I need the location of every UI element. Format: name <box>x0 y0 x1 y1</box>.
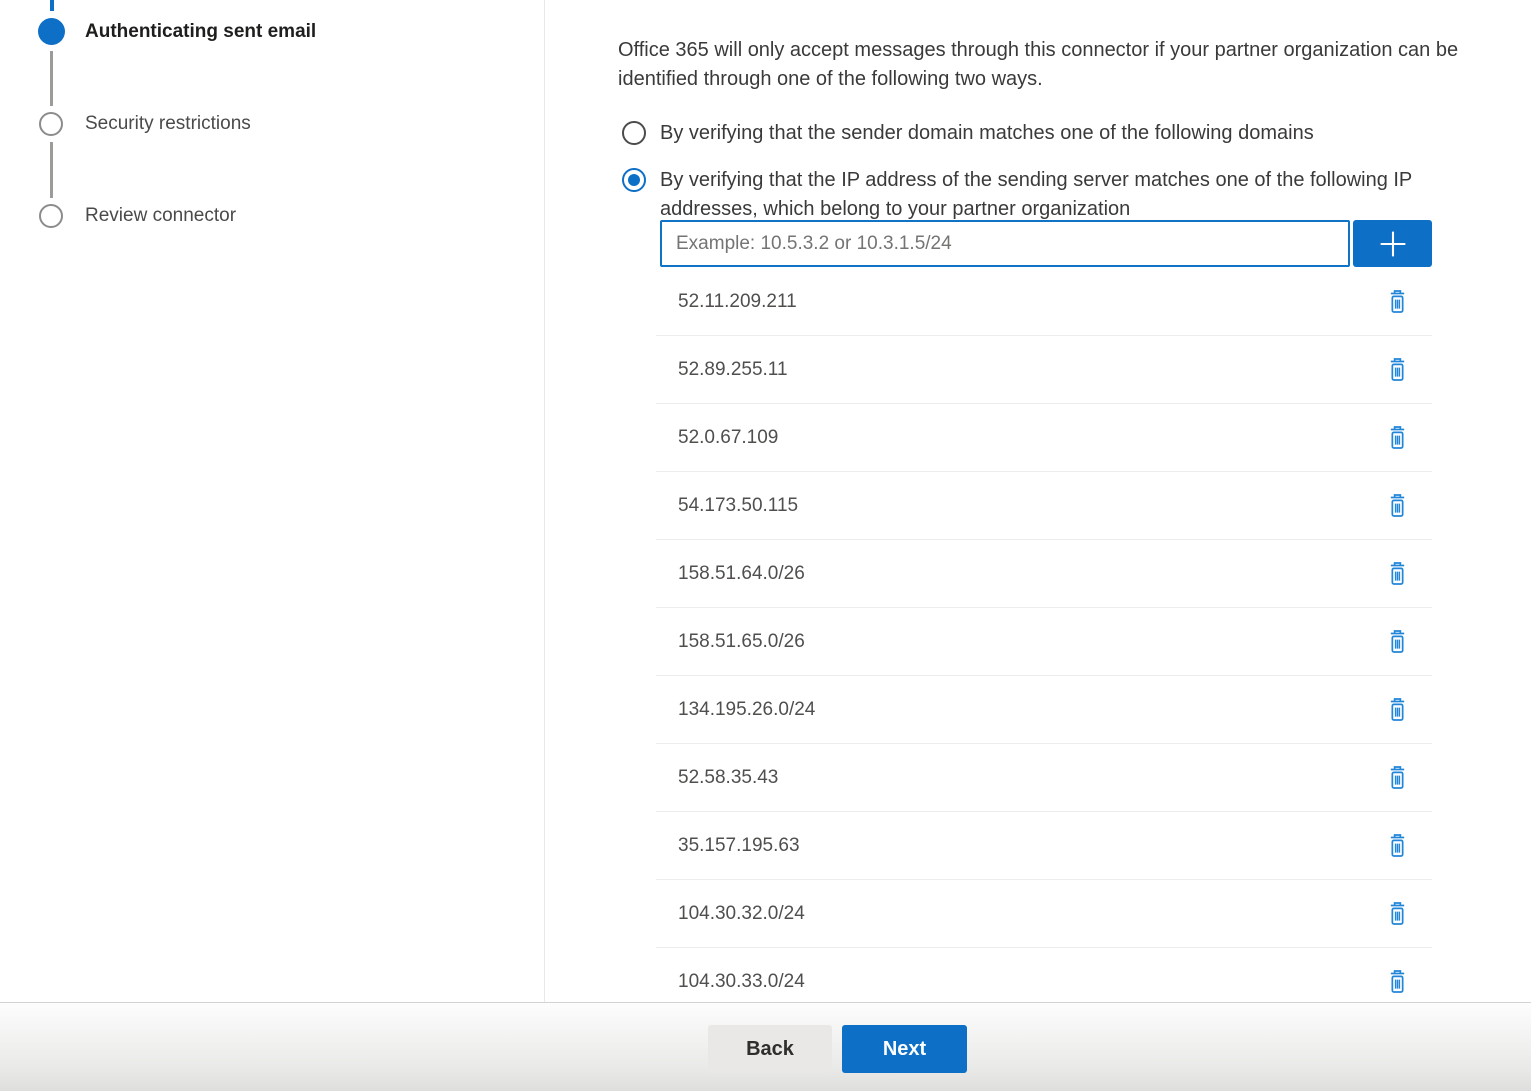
delete-ip-button[interactable] <box>1385 694 1410 725</box>
ip-address-value: 158.51.64.0/26 <box>656 563 805 585</box>
stepper-completed-line <box>50 0 54 11</box>
ip-address-value: 134.195.26.0/24 <box>656 699 815 721</box>
ip-address-value: 104.30.32.0/24 <box>656 903 805 925</box>
step-circle-security-restrictions <box>39 112 63 136</box>
trash-icon <box>1387 832 1408 859</box>
step-authenticating-sent-email: Authenticating sent email <box>85 20 316 44</box>
ip-address-list: 52.11.209.211 52.89.255.11 52.0.67.109 <box>656 268 1432 1016</box>
delete-ip-button[interactable] <box>1385 558 1410 589</box>
ip-address-row: 54.173.50.115 <box>656 472 1432 540</box>
radio-button-icon[interactable] <box>622 121 646 145</box>
ip-address-row: 35.157.195.63 <box>656 812 1432 880</box>
ip-address-row: 52.0.67.109 <box>656 404 1432 472</box>
step-security-restrictions: Security restrictions <box>85 112 251 136</box>
delete-ip-button[interactable] <box>1385 286 1410 317</box>
step-review-connector: Review connector <box>85 204 236 228</box>
plus-icon <box>1374 225 1412 263</box>
ip-address-row: 104.30.32.0/24 <box>656 880 1432 948</box>
trash-icon <box>1387 288 1408 315</box>
ip-address-row: 158.51.64.0/26 <box>656 540 1432 608</box>
radio-option-sender-domain[interactable]: By verifying that the sender domain matc… <box>622 119 1314 148</box>
ip-address-value: 104.30.33.0/24 <box>656 971 805 993</box>
ip-address-row: 134.195.26.0/24 <box>656 676 1432 744</box>
ip-address-row: 158.51.65.0/26 <box>656 608 1432 676</box>
ip-address-row: 52.11.209.211 <box>656 268 1432 336</box>
ip-address-row: 52.89.255.11 <box>656 336 1432 404</box>
next-button[interactable]: Next <box>842 1025 967 1073</box>
delete-ip-button[interactable] <box>1385 830 1410 861</box>
trash-icon <box>1387 968 1408 995</box>
radio-option-ip-address-label[interactable]: By verifying that the IP address of the … <box>660 166 1475 224</box>
stepper-connector-line <box>50 142 53 198</box>
trash-icon <box>1387 560 1408 587</box>
trash-icon <box>1387 424 1408 451</box>
ip-address-value: 158.51.65.0/26 <box>656 631 805 653</box>
radio-option-ip-address[interactable]: By verifying that the IP address of the … <box>622 166 1475 224</box>
delete-ip-button[interactable] <box>1385 762 1410 793</box>
trash-icon <box>1387 356 1408 383</box>
ip-address-value: 54.173.50.115 <box>656 495 798 517</box>
trash-icon <box>1387 696 1408 723</box>
ip-address-input[interactable] <box>660 220 1350 267</box>
ip-address-value: 35.157.195.63 <box>656 835 800 857</box>
delete-ip-button[interactable] <box>1385 966 1410 997</box>
intro-text: Office 365 will only accept messages thr… <box>618 36 1523 94</box>
connector-wizard-page: Authenticating sent email Security restr… <box>0 0 1531 1091</box>
radio-option-sender-domain-label[interactable]: By verifying that the sender domain matc… <box>660 119 1314 148</box>
stepper-connector-line <box>50 51 53 106</box>
step-active-dot <box>38 18 65 45</box>
ip-address-row: 52.58.35.43 <box>656 744 1432 812</box>
delete-ip-button[interactable] <box>1385 626 1410 657</box>
wizard-stepper-sidebar: Authenticating sent email Security restr… <box>0 0 545 1002</box>
delete-ip-button[interactable] <box>1385 422 1410 453</box>
delete-ip-button[interactable] <box>1385 490 1410 521</box>
ip-address-value: 52.0.67.109 <box>656 427 778 449</box>
ip-address-value: 52.58.35.43 <box>656 767 778 789</box>
wizard-footer: Back Next <box>0 1002 1531 1091</box>
footer-buttons: Back Next <box>708 1025 967 1073</box>
ip-address-value: 52.89.255.11 <box>656 359 788 381</box>
trash-icon <box>1387 900 1408 927</box>
delete-ip-button[interactable] <box>1385 354 1410 385</box>
ip-address-value: 52.11.209.211 <box>656 291 797 313</box>
trash-icon <box>1387 628 1408 655</box>
trash-icon <box>1387 764 1408 791</box>
trash-icon <box>1387 492 1408 519</box>
step-circle-review-connector <box>39 204 63 228</box>
back-button[interactable]: Back <box>708 1025 832 1073</box>
delete-ip-button[interactable] <box>1385 898 1410 929</box>
radio-button-icon[interactable] <box>622 168 646 192</box>
ip-input-row <box>660 220 1432 267</box>
add-ip-button[interactable] <box>1353 220 1432 267</box>
